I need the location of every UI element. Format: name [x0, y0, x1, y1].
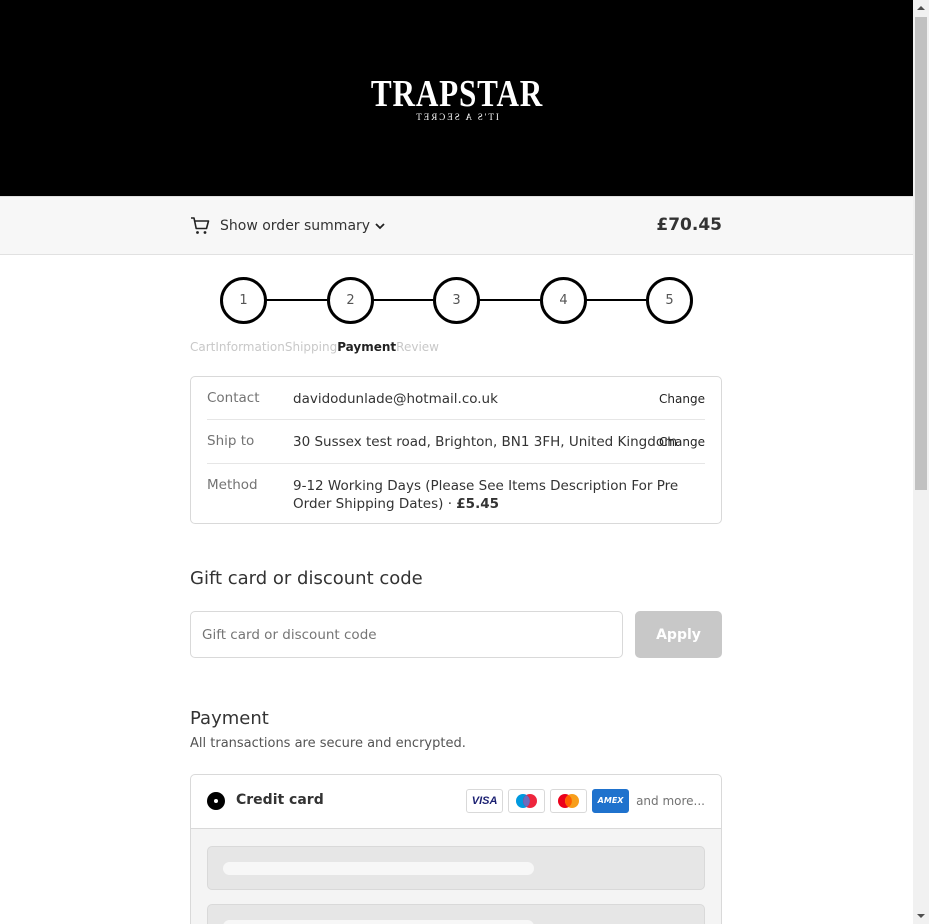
payment-subtitle: All transactions are secure and encrypte…: [190, 736, 466, 751]
method-label: Method: [207, 477, 258, 493]
show-order-summary-label: Show order summary: [220, 218, 371, 234]
change-ship-to-link[interactable]: Change: [659, 435, 705, 449]
cart-icon: [191, 217, 210, 234]
method-price: £5.45: [456, 496, 499, 512]
ship-to-value: 30 Sussex test road, Brighton, BN1 3FH, …: [293, 434, 678, 450]
contact-value: davidodunlade@hotmail.co.uk: [293, 391, 498, 407]
method-value: 9-12 Working Days (Please See Items Desc…: [293, 477, 703, 513]
chevron-down-icon: [375, 223, 385, 230]
credit-card-radio[interactable]: [207, 792, 225, 810]
brand-tagline: IT'S A SECRET: [414, 112, 499, 122]
header-banner: TRAPSTAR IT'S A SECRET: [0, 0, 913, 196]
scrollbar-thumb[interactable]: [915, 17, 927, 490]
amex-icon: AMEX: [592, 789, 630, 813]
progress-line: [371, 299, 433, 301]
step-2[interactable]: 2: [327, 277, 374, 324]
step-label-shipping[interactable]: Shipping: [285, 340, 337, 354]
accepted-cards: VISA AMEX and more...: [461, 789, 705, 813]
payment-title: Payment: [190, 708, 269, 729]
mastercard-icon: [550, 789, 588, 813]
contact-label: Contact: [207, 390, 260, 406]
scroll-down-icon[interactable]: [913, 908, 929, 924]
progress-line: [584, 299, 646, 301]
checkout-page: TRAPSTAR IT'S A SECRET Show order summar…: [0, 0, 913, 924]
gift-card-title: Gift card or discount code: [190, 568, 423, 589]
brand-name: TRAPSTAR: [370, 73, 543, 115]
step-labels: Cart Information Shipping Payment Review: [190, 340, 439, 354]
credit-card-label: Credit card: [236, 792, 324, 808]
card-fields-loading: [191, 829, 721, 924]
show-order-summary-toggle[interactable]: Show order summary: [190, 216, 386, 236]
and-more-text: and more...: [636, 794, 705, 808]
step-3[interactable]: 3: [433, 277, 480, 324]
change-contact-link[interactable]: Change: [659, 392, 705, 406]
brand-logo[interactable]: TRAPSTAR IT'S A SECRET: [0, 74, 913, 122]
checkout-progress: 1 2 3 4 5: [220, 277, 693, 324]
progress-line: [477, 299, 540, 301]
order-total: £70.45: [656, 215, 722, 235]
step-label-payment: Payment: [337, 340, 397, 354]
step-label-cart[interactable]: Cart: [190, 340, 215, 354]
credit-card-option[interactable]: Credit card VISA AMEX and more...: [191, 775, 721, 829]
row-divider: [207, 419, 705, 420]
skeleton-bar: [223, 862, 534, 875]
maestro-icon: [508, 789, 546, 813]
step-5: 5: [646, 277, 693, 324]
step-4: 4: [540, 277, 587, 324]
card-number-placeholder: [207, 846, 705, 890]
order-summary-bar: Show order summary £70.45: [0, 196, 913, 255]
step-label-information[interactable]: Information: [215, 340, 284, 354]
vertical-scrollbar[interactable]: [913, 0, 929, 924]
discount-code-input[interactable]: [190, 611, 623, 658]
progress-line: [264, 299, 327, 301]
review-block: Contact davidodunlade@hotmail.co.uk Chan…: [190, 376, 722, 524]
scroll-up-icon[interactable]: [913, 0, 929, 16]
skeleton-bar: [223, 920, 534, 924]
payment-methods: Credit card VISA AMEX and more...: [190, 774, 722, 924]
step-1[interactable]: 1: [220, 277, 267, 324]
row-divider: [207, 463, 705, 464]
card-name-placeholder: [207, 904, 705, 924]
apply-button[interactable]: Apply: [635, 611, 722, 658]
step-label-review: Review: [396, 340, 439, 354]
visa-icon: VISA: [466, 789, 504, 813]
ship-to-label: Ship to: [207, 433, 255, 449]
